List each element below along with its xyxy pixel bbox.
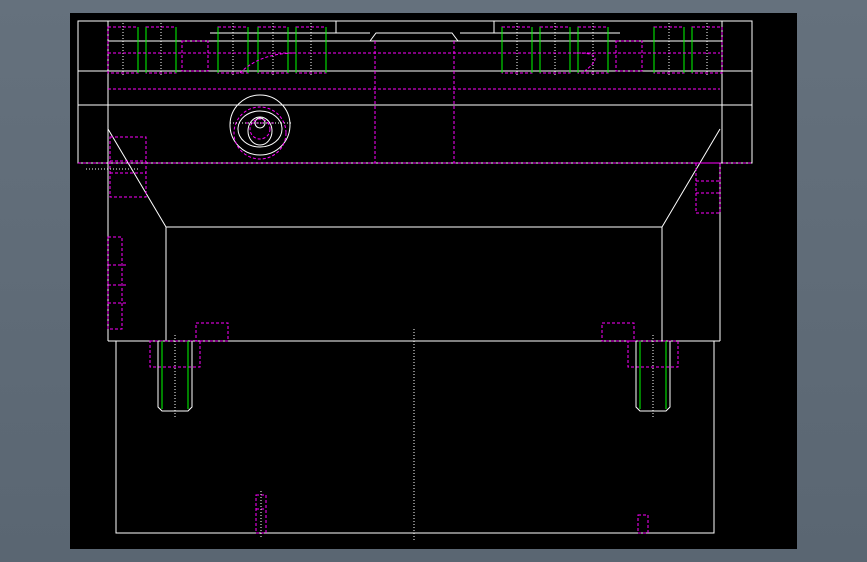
- hidden-cavity-lines: [78, 41, 752, 164]
- guide-pin-right: [601, 322, 679, 417]
- top-plate-outline: [77, 20, 753, 164]
- cavity-block: [107, 128, 721, 342]
- bottom-holes: [255, 494, 649, 534]
- left-side-holes: [107, 136, 147, 330]
- right-side-holes: [695, 162, 721, 214]
- top-bolt-holes: [107, 23, 723, 75]
- mold-drawing: [77, 20, 753, 541]
- cad-window: { "colors": { "frame_background": "#5e6a…: [0, 0, 867, 562]
- guide-pin-left: [149, 322, 229, 417]
- lower-plate-boundary: [115, 340, 715, 534]
- top-plate-boundary: [77, 20, 753, 164]
- drawing-viewport[interactable]: [70, 13, 797, 549]
- lower-plate: [115, 329, 715, 541]
